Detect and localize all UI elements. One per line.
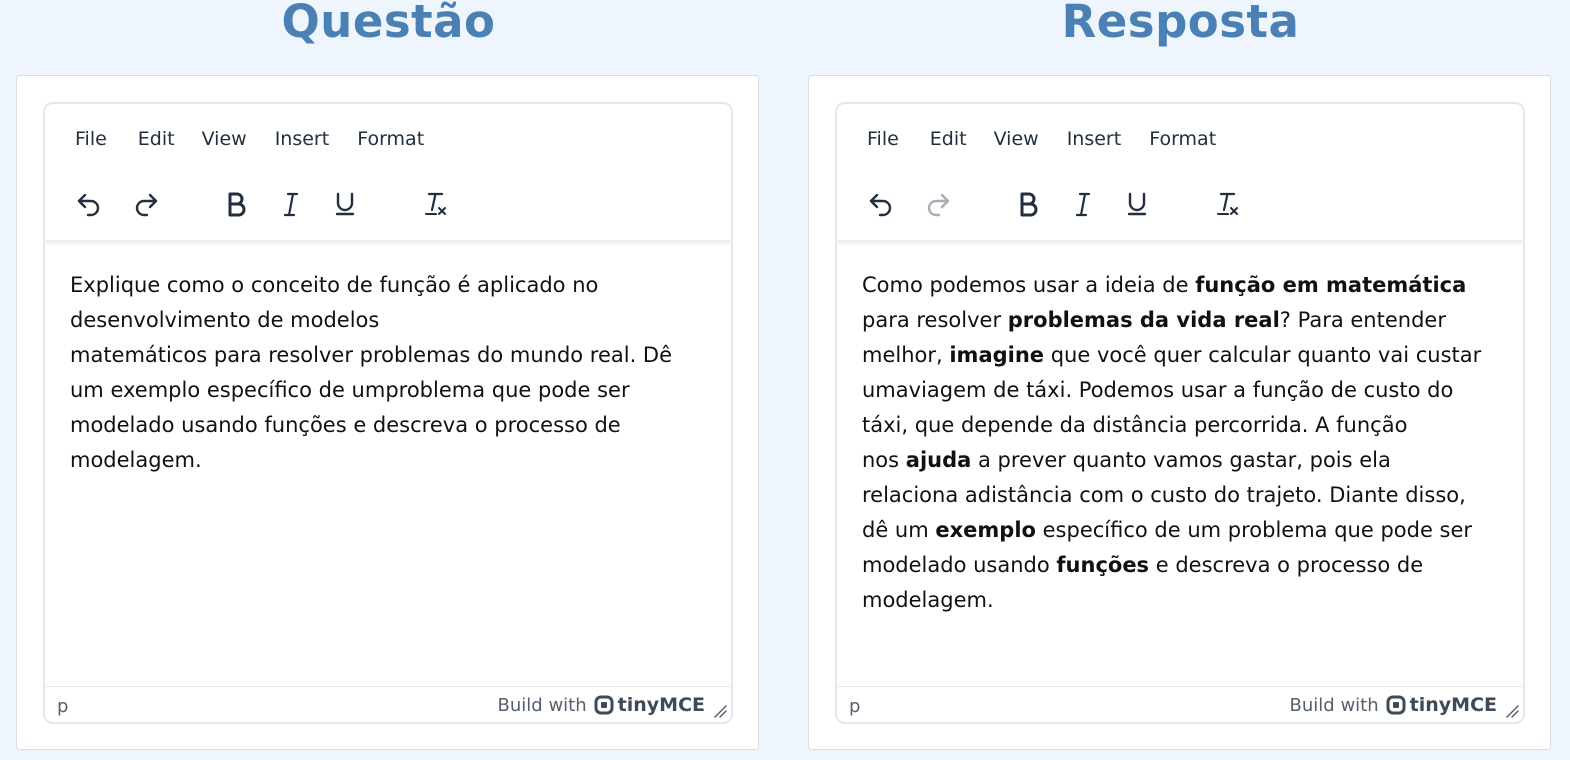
menu-file[interactable]: File [867, 124, 899, 154]
text-line: modelado usando funções e descreva o pro… [862, 553, 1424, 577]
undo-button[interactable] [861, 184, 901, 224]
menu-format[interactable]: Format [357, 124, 424, 154]
bold-button[interactable] [1008, 184, 1048, 224]
question-title: Questão [281, 0, 496, 48]
text-line: relaciona adistância com o custo do traj… [862, 483, 1466, 507]
menubar: File Edit View Insert Format [45, 124, 424, 154]
answer-title: Resposta [1061, 0, 1300, 48]
redo-icon [927, 193, 950, 217]
italic-icon [283, 192, 299, 217]
menu-file[interactable]: File [75, 124, 107, 154]
menubar: File Edit View Insert Format [837, 124, 1216, 154]
menu-insert[interactable]: Insert [275, 124, 330, 154]
header-divider [45, 240, 731, 246]
redo-icon [135, 193, 158, 217]
bold-icon [228, 192, 246, 217]
underline-icon [335, 192, 355, 216]
answer-card: File Edit View Insert Format Como podemo… [808, 75, 1551, 750]
italic-icon [1075, 192, 1091, 217]
branding-prefix: Build with [497, 694, 587, 716]
text-line: Explique como o conceito de função é apl… [70, 273, 599, 297]
element-path[interactable]: p [57, 696, 68, 717]
menu-edit[interactable]: Edit [930, 124, 967, 154]
bold-text: função em matemática [1195, 273, 1467, 297]
bold-text: imagine [949, 343, 1045, 367]
menu-insert[interactable]: Insert [1067, 124, 1122, 154]
text-line: táxi, que depende da distância percorrid… [862, 413, 1408, 437]
clear-formatting-icon [1217, 192, 1238, 215]
resize-handle-icon[interactable] [1505, 704, 1519, 718]
underline-button[interactable] [1117, 184, 1157, 224]
underline-button[interactable] [325, 184, 365, 224]
clear-formatting-button[interactable] [417, 184, 457, 224]
underline-icon [1127, 192, 1147, 216]
undo-icon [77, 193, 100, 217]
menu-format[interactable]: Format [1149, 124, 1216, 154]
branding-name: tinyMCE [1409, 694, 1497, 716]
statusbar: p Build with tinyMCE [45, 686, 731, 722]
toolbar [837, 176, 1523, 236]
tinymce-logo-icon [594, 695, 614, 715]
bold-icon [1020, 192, 1038, 217]
text-line: desenvolvimento de modelos [70, 308, 380, 332]
tinymce-logo-icon [1386, 695, 1406, 715]
italic-button[interactable] [271, 184, 311, 224]
branding-link[interactable]: Build with tinyMCE [1290, 694, 1497, 716]
menu-view[interactable]: View [994, 124, 1039, 154]
element-path[interactable]: p [849, 696, 860, 717]
undo-icon [869, 193, 892, 217]
answer-editor: File Edit View Insert Format Como podemo… [835, 102, 1525, 724]
bold-text: exemplo [935, 518, 1036, 542]
text-line: modelagem. [70, 448, 202, 472]
bold-button[interactable] [216, 184, 256, 224]
clear-formatting-icon [425, 192, 446, 215]
header-divider [837, 240, 1523, 246]
question-text-area[interactable]: Explique como o conceito de função é apl… [70, 268, 710, 478]
bold-text: ajuda [905, 448, 972, 472]
text-line: dê um exemplo específico de um problema … [862, 518, 1473, 542]
text-line: nos ajuda a prever quanto vamos gastar, … [862, 448, 1391, 472]
bold-text: problemas da vida real [1007, 308, 1280, 332]
bold-text: funções [1056, 553, 1150, 577]
branding-link[interactable]: Build with tinyMCE [498, 694, 705, 716]
text-line: matemáticos para resolver problemas do m… [70, 343, 673, 367]
text-line: modelado usando funções e descreva o pro… [70, 413, 621, 437]
italic-button[interactable] [1063, 184, 1103, 224]
toolbar [45, 176, 731, 236]
text-line: Como podemos usar a ideia de função em m… [862, 273, 1467, 297]
redo-button-disabled [918, 184, 958, 224]
redo-button[interactable] [126, 184, 166, 224]
menu-view[interactable]: View [202, 124, 247, 154]
text-line: melhor, imagine que você quer calcular q… [862, 343, 1482, 367]
clear-formatting-button[interactable] [1209, 184, 1249, 224]
resize-handle-icon[interactable] [713, 704, 727, 718]
question-editor: File Edit View Insert Format Explique co… [43, 102, 733, 724]
text-line: umaviagem de táxi. Podemos usar a função… [862, 378, 1454, 402]
branding-prefix: Build with [1289, 694, 1379, 716]
undo-button[interactable] [69, 184, 109, 224]
branding-name: tinyMCE [617, 694, 705, 716]
menu-edit[interactable]: Edit [138, 124, 175, 154]
statusbar: p Build with tinyMCE [837, 686, 1523, 722]
text-line: modelagem. [862, 588, 994, 612]
question-card: File Edit View Insert Format Explique co… [16, 75, 759, 750]
text-line: para resolver problemas da vida real? Pa… [862, 308, 1446, 332]
answer-text-area[interactable]: Como podemos usar a ideia de função em m… [862, 268, 1502, 618]
text-line: um exemplo específico de umproblema que … [70, 378, 630, 402]
